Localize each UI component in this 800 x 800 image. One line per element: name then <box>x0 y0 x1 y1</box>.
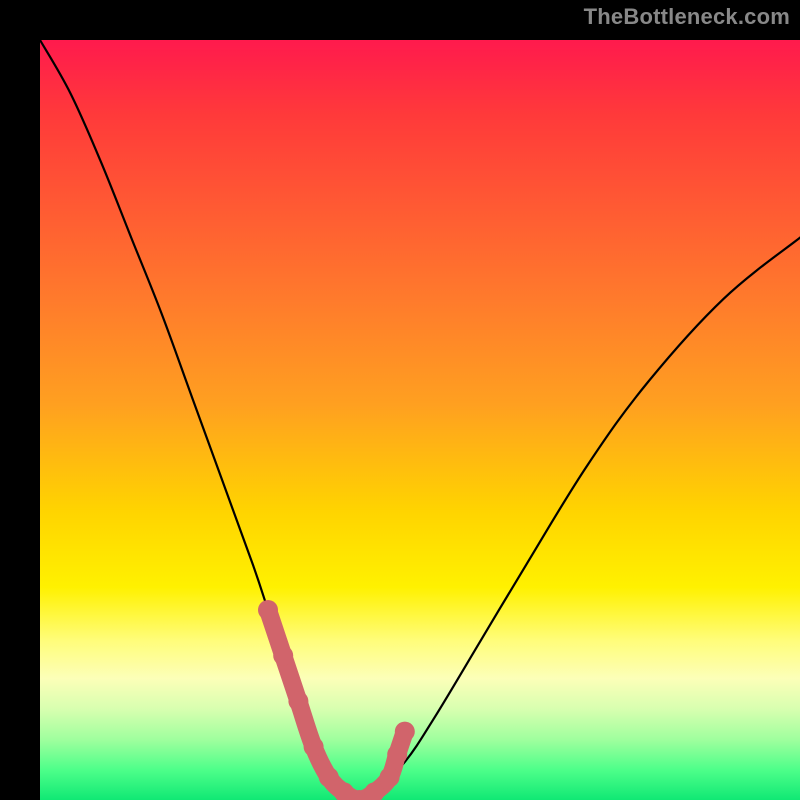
marker-point <box>288 691 308 711</box>
marker-group <box>258 600 415 800</box>
marker-point <box>387 744 407 764</box>
marker-point <box>380 767 400 787</box>
chart-stage: TheBottleneck.com <box>0 0 800 800</box>
marker-point <box>258 600 278 620</box>
marker-point <box>395 722 415 742</box>
marker-point <box>319 767 339 787</box>
watermark-text: TheBottleneck.com <box>584 4 790 30</box>
marker-point <box>304 737 324 757</box>
marker-point <box>273 646 293 666</box>
bottleneck-curve <box>40 40 800 800</box>
curve-svg <box>40 40 800 800</box>
plot-area <box>40 40 800 800</box>
